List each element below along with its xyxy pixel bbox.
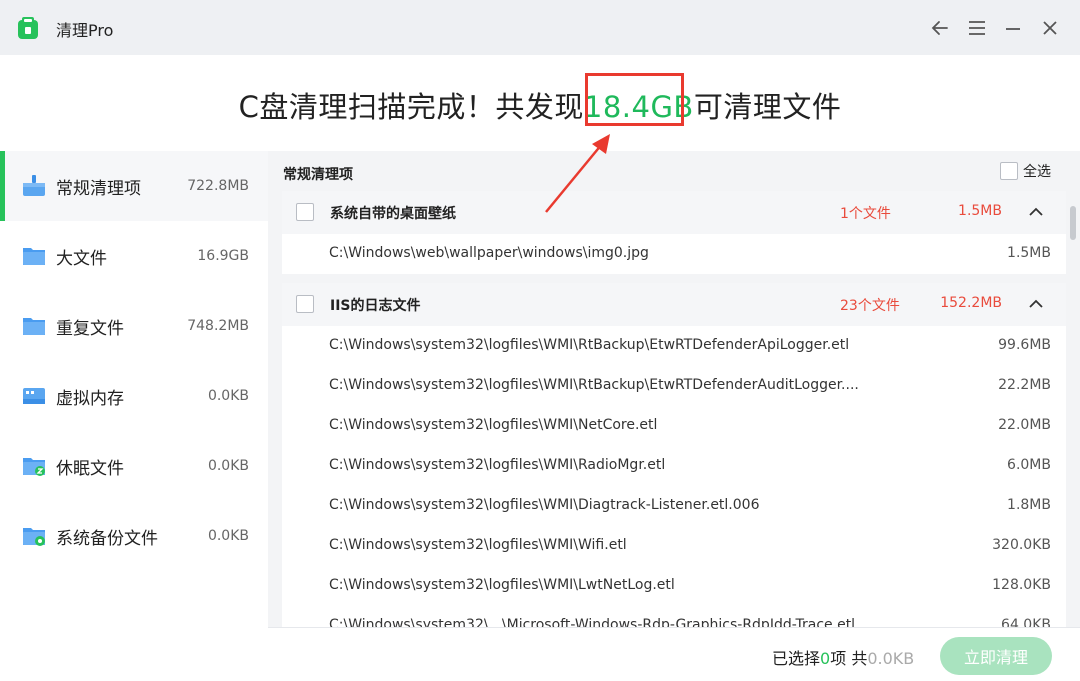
file-size: 1.5MB — [1007, 245, 1051, 261]
group-title: IIS的日志文件 — [330, 298, 421, 314]
file-path: C:\Windows\system32\logfiles\WMI\Wifi.et… — [329, 537, 627, 553]
headline-prefix: C盘清理扫描完成！共发现 — [238, 90, 584, 124]
sidebar-item-size: 748.2MB — [187, 318, 249, 334]
arrow-left-icon — [931, 21, 948, 35]
group-file-count: 1个文件 — [840, 206, 891, 222]
file-row[interactable]: C:\Windows\system32\logfiles\WMI\NetCore… — [282, 406, 1066, 446]
app-title: 清理Pro — [56, 21, 114, 40]
checkbox[interactable] — [1000, 162, 1018, 180]
group-checkbox[interactable] — [296, 295, 314, 313]
category-sidebar: 常规清理项 722.8MB 大文件 16.9GB 重复文件 748.2MB 虚拟… — [0, 151, 268, 681]
file-size: 22.0MB — [998, 417, 1051, 433]
memory-icon — [23, 388, 45, 404]
vertical-scrollbar[interactable] — [1070, 206, 1076, 240]
group-size: 152.2MB — [940, 295, 1002, 311]
selected-prefix: 已选择 — [772, 649, 821, 668]
file-path: C:\Windows\system32\logfiles\WMI\LwtNetL… — [329, 577, 675, 593]
file-path: C:\Windows\web\wallpaper\windows\img0.jp… — [329, 245, 649, 261]
file-size: 128.0KB — [992, 577, 1051, 593]
file-path: C:\Windows\system32\logfiles\WMI\RtBacku… — [329, 337, 850, 353]
sidebar-item-size: 0.0KB — [207, 458, 249, 474]
headline-suffix: 可清理文件 — [693, 90, 842, 124]
file-size: 6.0MB — [1007, 457, 1051, 473]
file-row[interactable]: C:\Windows\system32\logfiles\WMI\RadioMg… — [282, 446, 1066, 486]
group-title: 系统自带的桌面壁纸 — [330, 206, 456, 222]
file-row[interactable]: C:\Windows\system32\...\Microsoft-Window… — [282, 606, 1066, 627]
minimize-button[interactable] — [1002, 17, 1024, 39]
sleep-folder-icon — [23, 458, 45, 476]
annotation-arrow-icon — [545, 134, 610, 213]
file-path: C:\Windows\system32\logfiles\WMI\RadioMg… — [329, 457, 666, 473]
sidebar-item-label: 虚拟内存 — [56, 388, 124, 409]
sidebar-item-large-files[interactable]: 大文件 16.9GB — [0, 221, 268, 291]
sidebar-item-label: 休眠文件 — [56, 458, 124, 479]
app-logo-icon — [18, 17, 38, 39]
sidebar-item-label: 重复文件 — [56, 318, 124, 339]
folder-icon — [23, 248, 45, 265]
file-size: 99.6MB — [998, 337, 1051, 353]
file-path: C:\Windows\system32\logfiles\WMI\RtBacku… — [329, 377, 859, 393]
close-icon — [1043, 21, 1057, 35]
menu-button[interactable] — [966, 17, 988, 39]
total-prefix: 共 — [851, 649, 868, 668]
highlight-box-annotation — [585, 73, 684, 126]
file-row[interactable]: C:\Windows\system32\logfiles\WMI\RtBacku… — [282, 326, 1066, 366]
group-size: 1.5MB — [958, 203, 1002, 219]
group-file-count: 23个文件 — [840, 298, 900, 314]
file-size: 22.2MB — [998, 377, 1051, 393]
backup-folder-icon — [23, 528, 45, 546]
sidebar-item-general-clean[interactable]: 常规清理项 722.8MB — [0, 151, 268, 221]
total-size: 0.0KB — [867, 649, 915, 668]
group-header-iis-logs[interactable]: IIS的日志文件 23个文件 152.2MB — [282, 283, 1066, 326]
broom-icon — [23, 175, 45, 196]
file-row[interactable]: C:\Windows\web\wallpaper\windows\img0.jp… — [282, 234, 1066, 274]
chevron-up-icon[interactable] — [1028, 297, 1044, 311]
select-all-label: 全选 — [1023, 164, 1051, 180]
sidebar-item-virtual-memory[interactable]: 虚拟内存 0.0KB — [0, 361, 268, 431]
back-button[interactable] — [929, 17, 951, 39]
file-row[interactable]: C:\Windows\system32\logfiles\WMI\Diagtra… — [282, 486, 1066, 526]
close-button[interactable] — [1039, 17, 1061, 39]
file-size: 320.0KB — [992, 537, 1051, 553]
sidebar-item-label: 大文件 — [56, 248, 107, 269]
section-title: 常规清理项 — [283, 167, 353, 183]
file-path: C:\Windows\system32\logfiles\WMI\Diagtra… — [329, 497, 760, 513]
sidebar-item-label: 常规清理项 — [56, 178, 141, 199]
file-path: C:\Windows\system32\logfiles\WMI\NetCore… — [329, 417, 658, 433]
file-size: 64.0KB — [1001, 617, 1051, 627]
sidebar-item-size: 0.0KB — [207, 528, 249, 544]
scan-result-headline: C盘清理扫描完成！共发现18.4GB可清理文件 — [0, 84, 1080, 126]
selected-unit: 项 — [830, 649, 847, 668]
sidebar-item-hibernate-files[interactable]: 休眠文件 0.0KB — [0, 431, 268, 501]
selected-count: 0 — [820, 649, 831, 668]
minimize-icon — [1006, 28, 1020, 30]
sidebar-item-duplicate-files[interactable]: 重复文件 748.2MB — [0, 291, 268, 361]
file-path: C:\Windows\system32\...\Microsoft-Window… — [329, 617, 856, 627]
file-row[interactable]: C:\Windows\system32\logfiles\WMI\RtBacku… — [282, 366, 1066, 406]
folder-icon — [23, 318, 45, 335]
sidebar-item-size: 722.8MB — [187, 178, 249, 194]
sidebar-item-size: 16.9GB — [197, 248, 249, 264]
sidebar-item-label: 系统备份文件 — [56, 528, 158, 549]
file-row[interactable]: C:\Windows\system32\logfiles\WMI\LwtNetL… — [282, 566, 1066, 606]
clean-now-button[interactable]: 立即清理 — [940, 637, 1052, 675]
hamburger-menu-icon — [969, 21, 985, 35]
selection-summary: 已选择0项 共0.0KB — [772, 645, 914, 669]
file-row[interactable]: C:\Windows\system32\logfiles\WMI\Wifi.et… — [282, 526, 1066, 566]
file-size: 1.8MB — [1007, 497, 1051, 513]
file-group-list: 系统自带的桌面壁纸 1个文件 1.5MB C:\Windows\web\wall… — [282, 191, 1066, 627]
sidebar-item-size: 0.0KB — [207, 388, 249, 404]
chevron-up-icon[interactable] — [1028, 205, 1044, 219]
group-header-wallpaper[interactable]: 系统自带的桌面壁纸 1个文件 1.5MB — [282, 191, 1066, 234]
file-list-panel: 常规清理项 全选 系统自带的桌面壁纸 1个文件 1.5MB C:\Windows… — [268, 151, 1080, 681]
select-all-checkbox[interactable]: 全选 — [1000, 161, 1051, 181]
title-bar: 清理Pro — [0, 0, 1080, 55]
sidebar-item-system-backup[interactable]: 系统备份文件 0.0KB — [0, 501, 268, 571]
group-checkbox[interactable] — [296, 203, 314, 221]
footer-bar: 已选择0项 共0.0KB 立即清理 — [268, 627, 1080, 681]
